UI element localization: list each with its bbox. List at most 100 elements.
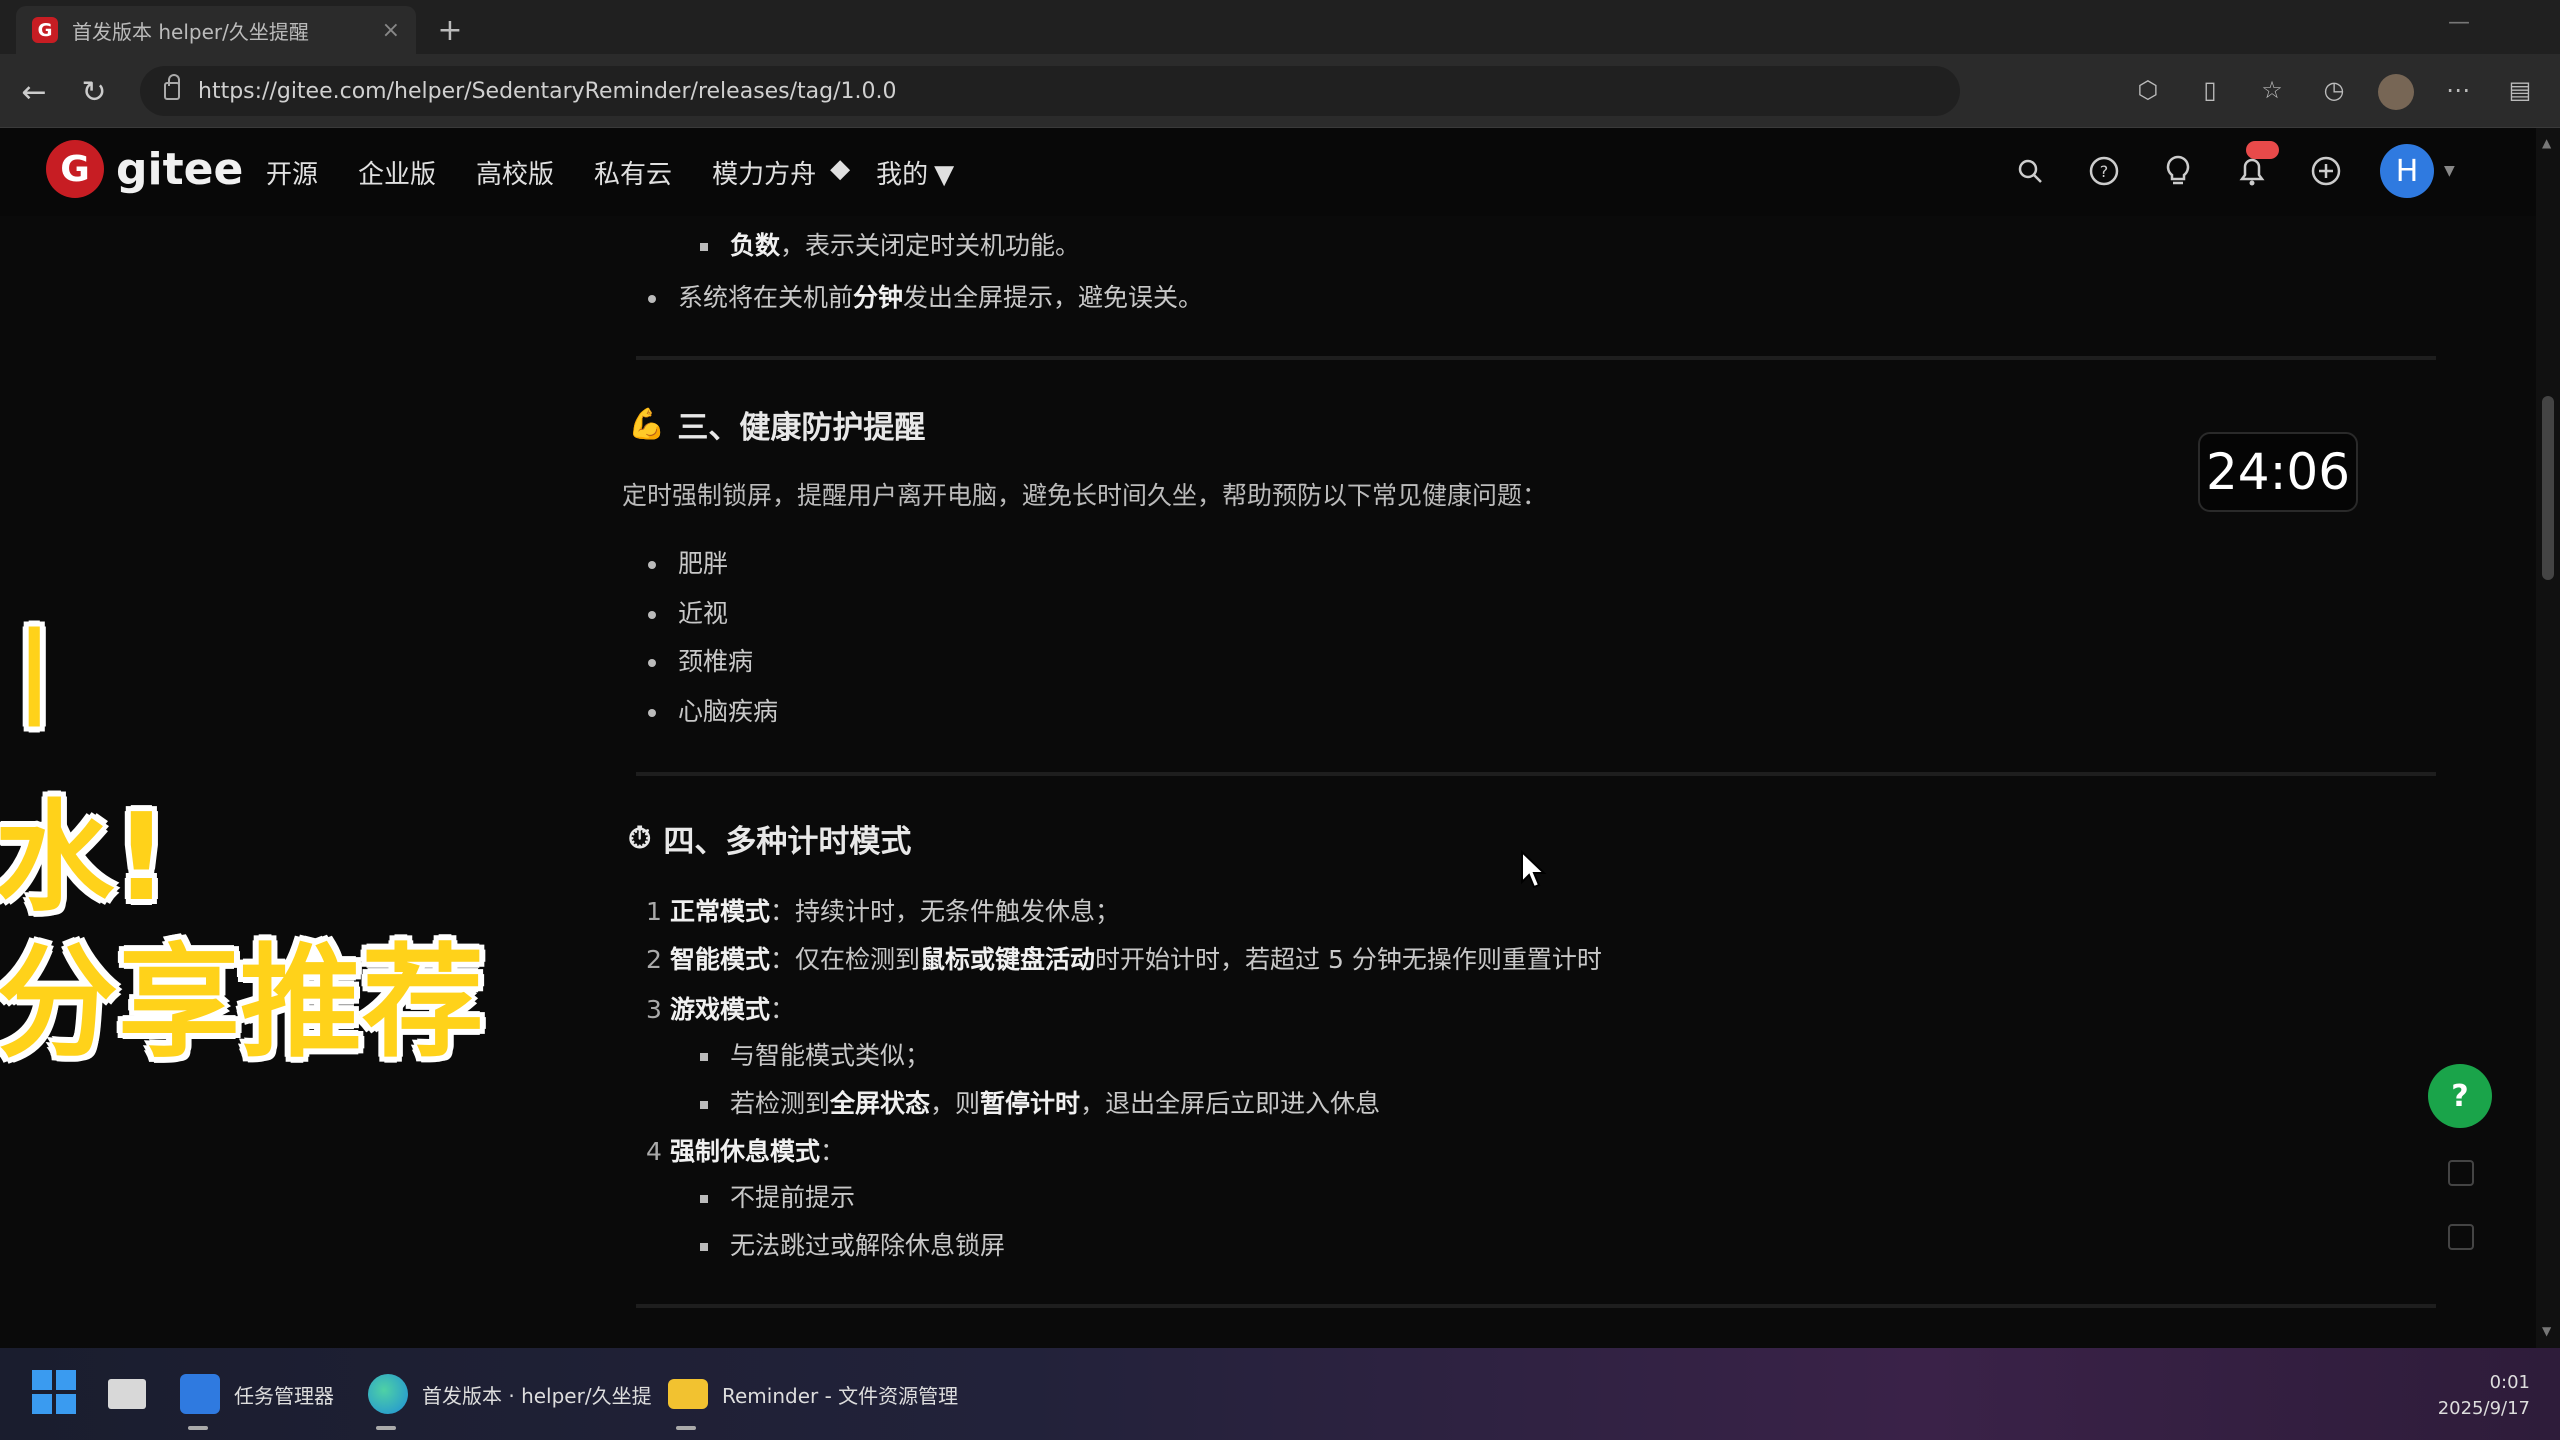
search-icon[interactable]: [2010, 145, 2050, 197]
section-heading-health: 💪 三、健康防护提醒: [628, 402, 925, 447]
mode-suffix: ：: [820, 1137, 846, 1166]
clock-date: 2025/9/17: [2437, 1398, 2530, 1419]
list-item-label: 肥胖: [678, 549, 729, 578]
gitee-logo[interactable]: G gitee: [46, 140, 243, 198]
item-bold: 负数: [730, 231, 781, 260]
mode-suffix: ：: [770, 995, 796, 1024]
sub-list-item: 与智能模式类似；: [700, 1036, 930, 1072]
section-heading-timer-modes: ⏱ 四、多种计时模式: [628, 816, 911, 861]
windows-taskbar: 任务管理器 首发版本 · helper/久坐提 Reminder - 文件资源管…: [0, 1348, 2560, 1440]
nav-enterprise[interactable]: 企业版: [358, 154, 436, 191]
new-dot-icon: ◆: [830, 154, 851, 184]
mode-description: 时开始计时，若超过 5 分钟无操作则重置计时: [1095, 945, 1602, 974]
section-divider: [636, 1304, 2436, 1308]
gitee-logo-mark-icon: G: [46, 140, 104, 198]
system-clock[interactable]: 0:01 2025/9/17: [2438, 1370, 2530, 1422]
taskbar-item-label: Reminder - 文件资源管理: [722, 1383, 959, 1408]
header-actions: ? H ▼: [2010, 141, 2455, 198]
profile-icon[interactable]: [2376, 68, 2416, 112]
add-plus-icon[interactable]: [2306, 145, 2346, 197]
list-number: 2: [646, 945, 662, 974]
task-view-icon[interactable]: [108, 1366, 146, 1422]
list-item-label: 心脑疾病: [678, 697, 779, 726]
taskbar-item-label: 首发版本 · helper/久坐提: [422, 1383, 652, 1408]
reload-icon[interactable]: ↻: [74, 72, 114, 112]
sub-item-text: 若检测到: [730, 1089, 831, 1118]
bullet-icon: [648, 561, 656, 569]
side-tool-icon[interactable]: [2448, 1224, 2474, 1250]
nav-mine[interactable]: 我的 ▼: [876, 154, 954, 191]
list-item: 系统将在关机前分钟发出全屏提示，避免误关。: [648, 278, 1203, 314]
sub-list-item: 不提前提示: [700, 1178, 855, 1214]
nav-moli-fangzhou[interactable]: 模力方舟 ◆: [712, 154, 850, 191]
windows-start-icon[interactable]: [32, 1370, 76, 1414]
bullet-icon: [700, 1195, 708, 1203]
bullet-icon: [700, 1243, 708, 1251]
section-paragraph: 定时强制锁屏，提醒用户离开电脑，避免长时间久坐，帮助预防以下常见健康问题：: [622, 481, 1548, 510]
extension-icon[interactable]: ⬡: [2128, 68, 2168, 112]
scroll-down-arrow-icon[interactable]: ▼: [2542, 1324, 2551, 1338]
taskbar-item-edge-browser[interactable]: 首发版本 · helper/久坐提: [368, 1366, 652, 1430]
section-divider: [636, 356, 2436, 360]
list-item: 肥胖: [648, 544, 728, 580]
sub-item-text: 与智能模式类似；: [730, 1041, 931, 1070]
sub-item-bold: 暂停计时: [980, 1089, 1081, 1118]
browser-tab[interactable]: G 首发版本 helper/久坐提醒 ×: [16, 6, 416, 54]
mode-name: 正常模式: [670, 897, 771, 926]
item-text: ，表示关闭定时关机功能。: [780, 231, 1081, 260]
taskbar-item-task-manager[interactable]: 任务管理器: [180, 1366, 334, 1430]
browser-toolbar: ⬡ ▯ ☆ ◷ ⋯ ▤: [2128, 68, 2540, 112]
mode-description: ：仅在检测到: [770, 945, 921, 974]
svg-text:?: ?: [2100, 162, 2109, 181]
side-tool-icon[interactable]: [2448, 1160, 2474, 1186]
sub-list-item: 若检测到全屏状态，则暂停计时，退出全屏后立即进入休息: [700, 1084, 1380, 1120]
list-number: 4: [646, 1137, 662, 1166]
split-screen-icon[interactable]: ▯: [2190, 68, 2230, 112]
sidebar-toggle-icon[interactable]: ▤: [2500, 68, 2540, 112]
taskbar-item-file-explorer[interactable]: Reminder - 文件资源管理: [668, 1366, 959, 1430]
tab-close-icon[interactable]: ×: [382, 18, 400, 43]
flexed-arm-icon: 💪: [628, 407, 666, 442]
more-menu-icon[interactable]: ⋯: [2438, 68, 2478, 112]
lock-icon: [164, 74, 180, 100]
sub-item-text: 无法跳过或解除休息锁屏: [730, 1231, 1006, 1260]
clock-time: 0:01: [2489, 1372, 2530, 1393]
new-tab-button[interactable]: +: [430, 10, 470, 50]
tab-title: 首发版本 helper/久坐提醒: [72, 19, 309, 44]
user-avatar[interactable]: H: [2380, 144, 2434, 198]
mode-description: ：持续计时，无条件触发休息；: [770, 897, 1121, 926]
help-circle-icon[interactable]: ?: [2084, 145, 2124, 197]
url-field[interactable]: https://gitee.com/helper/SedentaryRemind…: [140, 66, 1960, 116]
chevron-down-icon: ▼: [934, 160, 955, 190]
list-item-label: 颈椎病: [678, 647, 754, 676]
bullet-icon: [700, 1101, 708, 1109]
sub-item-text: 不提前提示: [730, 1183, 856, 1212]
history-icon[interactable]: ◷: [2314, 68, 2354, 112]
back-arrow-icon[interactable]: ←: [14, 72, 54, 112]
mode-name: 强制休息模式: [670, 1137, 821, 1166]
floating-help-button[interactable]: ?: [2428, 1064, 2492, 1128]
notification-bell-icon[interactable]: [2232, 141, 2280, 197]
list-item: 心脑疾病: [648, 692, 778, 728]
window-minimize-icon[interactable]: —: [2448, 10, 2470, 35]
gitee-favicon-icon: G: [32, 17, 58, 43]
task-manager-icon: [180, 1374, 220, 1414]
scroll-up-arrow-icon[interactable]: ▲: [2542, 136, 2551, 150]
avatar-chevron-icon[interactable]: ▼: [2444, 163, 2455, 179]
mode-bold-text: 鼠标或键盘活动: [920, 945, 1096, 974]
sub-item-text: ，则: [930, 1089, 981, 1118]
countdown-timer-widget[interactable]: 24:06: [2198, 432, 2358, 512]
page-scrollbar[interactable]: ▲ ▼: [2536, 128, 2560, 1348]
list-item: 负数，表示关闭定时关机功能。: [700, 226, 1080, 262]
scroll-thumb[interactable]: [2542, 396, 2554, 580]
gitee-logo-text: gitee: [116, 143, 244, 195]
mode-name: 游戏模式: [670, 995, 771, 1024]
lightbulb-icon[interactable]: [2158, 145, 2198, 197]
nav-open-source[interactable]: 开源: [266, 154, 318, 191]
bullet-icon: [648, 709, 656, 717]
favorites-icon[interactable]: ☆: [2252, 68, 2292, 112]
section-divider: [636, 772, 2436, 776]
nav-education[interactable]: 高校版: [476, 154, 554, 191]
nav-private-cloud[interactable]: 私有云: [594, 154, 672, 191]
item-bold: 分钟: [853, 283, 904, 312]
